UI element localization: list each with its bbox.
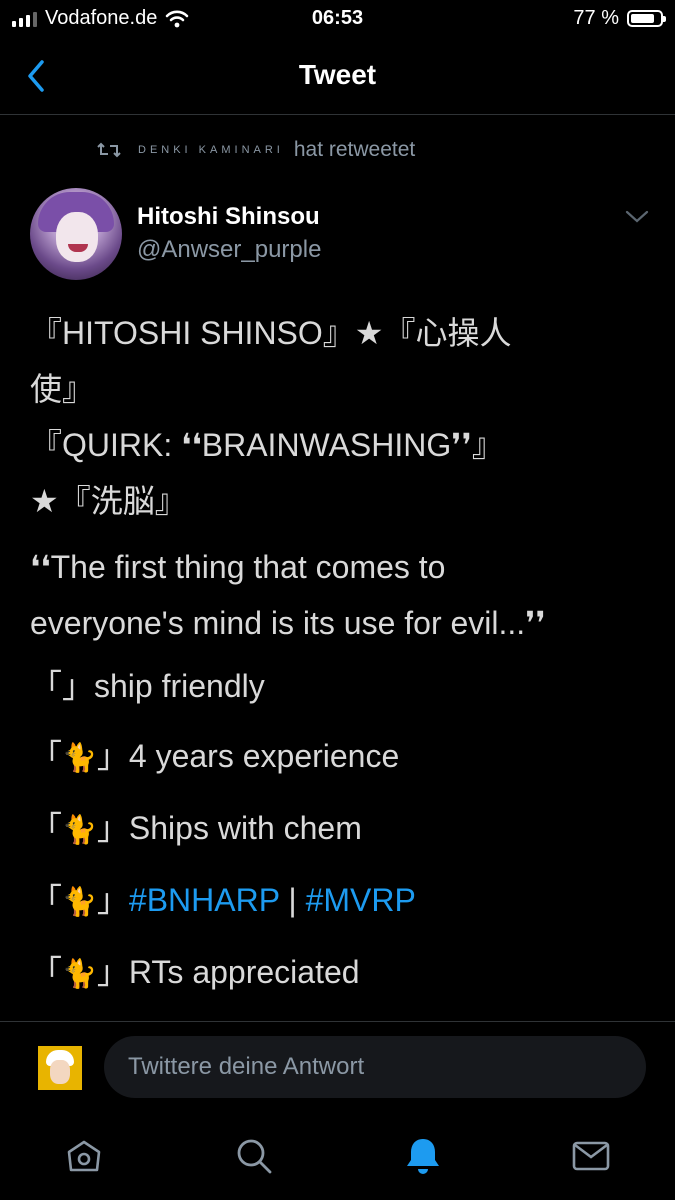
nav-header: Tweet xyxy=(0,38,675,115)
item-text: 」4 years experience xyxy=(96,738,400,774)
list-item: 「🐈」#BNHARP | #MVRP xyxy=(30,865,650,937)
bracket: 「 xyxy=(30,954,63,990)
separator: | xyxy=(279,882,306,918)
tweet-header: Hitoshi Shinsou @Anwser_purple xyxy=(30,188,650,284)
status-right: 77 % xyxy=(573,7,666,30)
list-item: 「🐈」Ships with chem xyxy=(30,793,650,865)
bracket: 「 xyxy=(30,810,63,846)
search-icon[interactable] xyxy=(232,1134,276,1178)
battery-percent: 77 % xyxy=(573,7,619,29)
item-text: 」RTs appreciated xyxy=(96,954,360,990)
retweet-text: hat retweetet xyxy=(293,138,416,161)
page-title: Tweet xyxy=(298,59,377,90)
bio-line: 『QUIRK: ❛❛BRAINWASHING❜❜』 xyxy=(30,427,504,463)
retweet-indicator: DENKI KAMINARI hat retweetet xyxy=(96,138,415,162)
quote-line: everyone's mind is its use for evil...❜❜ xyxy=(30,605,546,641)
cat-emoji: 🐈 xyxy=(62,958,97,989)
battery-icon xyxy=(627,10,666,27)
display-name[interactable]: Hitoshi Shinsou xyxy=(137,203,320,231)
retweet-icon xyxy=(97,142,121,158)
item-text: 」Ships with chem xyxy=(96,810,362,846)
list-item: 「🐈」RTs appreciated xyxy=(30,937,650,1009)
bracket: 「 xyxy=(30,882,63,918)
avatar xyxy=(38,1046,82,1090)
bracket: 「 xyxy=(30,738,63,774)
cat-emoji: 🐈 xyxy=(62,886,97,917)
cat-emoji: 🐈 xyxy=(62,814,97,845)
list-item: 「🐈」4 years experience xyxy=(30,721,650,793)
avatar[interactable] xyxy=(30,188,122,280)
bracket: 」 xyxy=(96,882,129,918)
bio-line: ★『洗脳』 xyxy=(30,483,187,519)
status-bar: Vodafone.de 06:53 77 % xyxy=(0,0,675,38)
hashtag-link[interactable]: #BNHARP xyxy=(129,882,280,918)
reply-bar: Twittere deine Antwort xyxy=(0,1021,675,1117)
bio-line: 『HITOSHI SHINSO』★『心操人 xyxy=(30,315,512,351)
bell-icon[interactable] xyxy=(401,1134,445,1178)
list-item: 「」ship friendly xyxy=(30,668,265,704)
tweet-text: 『HITOSHI SHINSO』★『心操人 使』 『QUIRK: ❛❛BRAIN… xyxy=(30,305,650,1009)
retweeter-name[interactable]: DENKI KAMINARI xyxy=(138,144,284,156)
home-icon[interactable] xyxy=(62,1134,106,1178)
hashtag-link[interactable]: #MVRP xyxy=(306,882,416,918)
bio-line: 使』 xyxy=(30,371,95,407)
chevron-down-icon[interactable] xyxy=(624,206,650,226)
reply-input[interactable]: Twittere deine Antwort xyxy=(104,1036,646,1098)
quote-line: ❛❛The first thing that comes to xyxy=(30,549,446,585)
tab-bar xyxy=(0,1116,675,1200)
cat-emoji: 🐈 xyxy=(62,742,97,773)
user-handle[interactable]: @Anwser_purple xyxy=(137,236,321,264)
mail-icon[interactable] xyxy=(569,1134,613,1178)
